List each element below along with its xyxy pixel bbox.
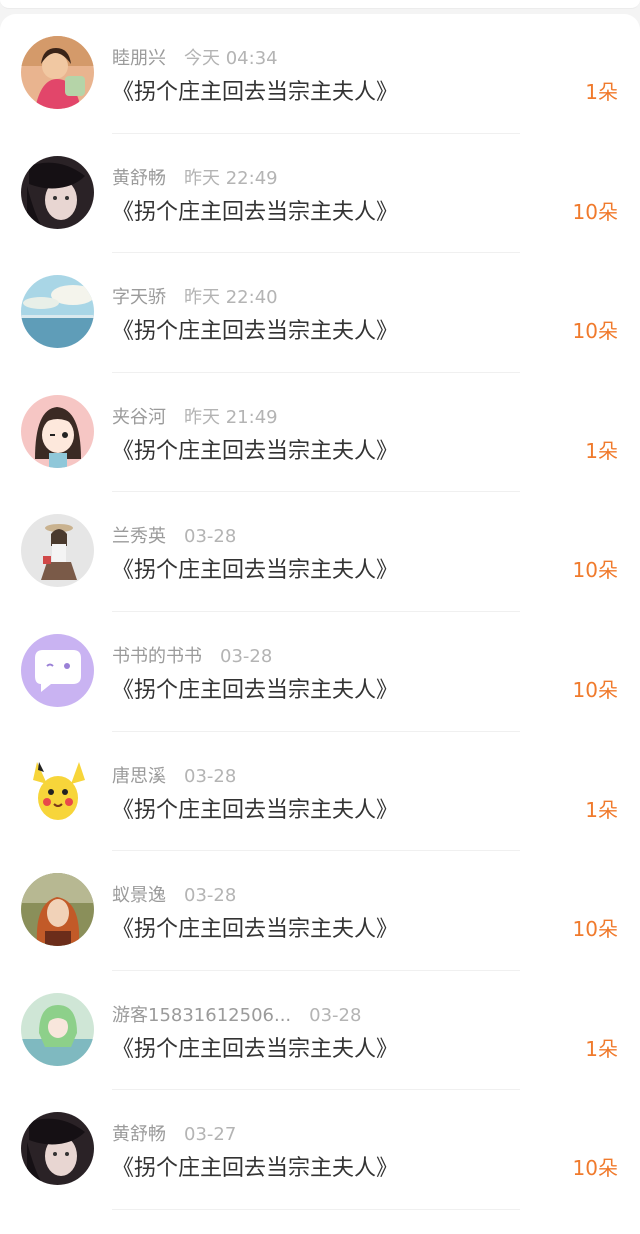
send-time: 03-27: [184, 1124, 237, 1146]
flower-count: 10朵: [572, 319, 618, 344]
sender-name: 蚁景逸: [112, 885, 166, 907]
send-time: 03-28: [184, 526, 237, 548]
send-time: 昨天 21:49: [184, 406, 278, 428]
sender-meta: 黄舒畅 03-27: [112, 1120, 236, 1146]
sender-meta: 黄舒畅 昨天 22:49: [112, 164, 278, 190]
list-item[interactable]: 夹谷河 昨天 21:49 《拐个庄主回去当宗主夫人》 1朵: [0, 373, 640, 493]
send-time: 昨天 22:40: [184, 287, 278, 309]
flower-count: 1朵: [585, 797, 618, 822]
sender-meta: 游客15831612506... 03-28: [112, 1001, 361, 1027]
dark-hair-photo-avatar[interactable]: [21, 155, 94, 229]
book-title[interactable]: 《拐个庄主回去当宗主夫人》: [112, 792, 398, 824]
list-item[interactable]: 唐思溪 03-28 《拐个庄主回去当宗主夫人》 1朵: [0, 732, 640, 852]
sender-name: 字天骄: [112, 287, 166, 309]
send-time: 今天 04:34: [184, 48, 278, 69]
book-title[interactable]: 《拐个庄主回去当宗主夫人》: [112, 911, 398, 943]
gift-record-list: 睦朋兴 今天 04:34 《拐个庄主回去当宗主夫人》 1朵 黄舒畅 昨天 22:49…: [0, 14, 640, 1210]
send-time: 03-28: [184, 765, 237, 787]
flower-count: 1朵: [585, 438, 618, 463]
flower-count: 1朵: [585, 80, 618, 104]
sender-meta: 睦朋兴 今天 04:34: [112, 44, 278, 70]
list-item[interactable]: 字天骄 昨天 22:40 《拐个庄主回去当宗主夫人》 10朵: [0, 253, 640, 373]
flower-count: 10朵: [572, 199, 618, 224]
list-item[interactable]: 黄舒畅 03-27 《拐个庄主回去当宗主夫人》 10朵: [0, 1090, 640, 1210]
book-title[interactable]: 《拐个庄主回去当宗主夫人》: [112, 74, 398, 106]
sender-name: 睦朋兴: [112, 48, 166, 69]
chat-bubble-avatar[interactable]: [21, 633, 94, 707]
send-time: 03-28: [184, 885, 237, 907]
dark-hair-photo-avatar[interactable]: [21, 1112, 94, 1186]
send-time: 03-28: [220, 645, 273, 667]
list-item[interactable]: 黄舒畅 昨天 22:49 《拐个庄主回去当宗主夫人》 10朵: [0, 134, 640, 254]
sender-meta: 夹谷河 昨天 21:49: [112, 403, 278, 429]
sender-name: 唐思溪: [112, 765, 166, 787]
list-item[interactable]: 蚁景逸 03-28 《拐个庄主回去当宗主夫人》 10朵: [0, 851, 640, 971]
pikachu-avatar[interactable]: [21, 753, 94, 827]
sender-meta: 蚁景逸 03-28: [112, 881, 236, 907]
send-time: 03-28: [309, 1004, 362, 1026]
book-title[interactable]: 《拐个庄主回去当宗主夫人》: [112, 194, 398, 226]
cartoon-girl-avatar[interactable]: [21, 394, 94, 468]
gift-list-page: 睦朋兴 今天 04:34 《拐个庄主回去当宗主夫人》 1朵 黄舒畅 昨天 22:49…: [0, 0, 640, 1234]
book-title[interactable]: 《拐个庄主回去当宗主夫人》: [112, 433, 398, 465]
sender-meta: 兰秀英 03-28: [112, 522, 236, 548]
anime-green-avatar[interactable]: [21, 992, 94, 1066]
red-hair-photo-avatar[interactable]: [21, 873, 94, 947]
list-item[interactable]: 兰秀英 03-28 《拐个庄主回去当宗主夫人》 10朵: [0, 492, 640, 612]
book-title[interactable]: 《拐个庄主回去当宗主夫人》: [112, 313, 398, 345]
list-item[interactable]: 书书的书书 03-28 《拐个庄主回去当宗主夫人》 10朵: [0, 612, 640, 732]
sender-name: 黄舒畅: [112, 167, 166, 189]
sender-name: 兰秀英: [112, 526, 166, 548]
sender-name: 游客15831612506...: [112, 1004, 292, 1026]
book-title[interactable]: 《拐个庄主回去当宗主夫人》: [112, 1150, 398, 1182]
book-title[interactable]: 《拐个庄主回去当宗主夫人》: [112, 1031, 398, 1063]
book-title[interactable]: 《拐个庄主回去当宗主夫人》: [112, 672, 398, 704]
sender-name: 夹谷河: [112, 406, 166, 428]
illustration-girl-avatar[interactable]: [21, 514, 94, 588]
sender-meta: 书书的书书 03-28: [112, 642, 272, 668]
list-item[interactable]: 游客15831612506... 03-28 《拐个庄主回去当宗主夫人》 1朵: [0, 971, 640, 1091]
list-item[interactable]: 睦朋兴 今天 04:34 《拐个庄主回去当宗主夫人》 1朵: [0, 14, 640, 134]
sender-name: 书书的书书: [112, 645, 202, 667]
flower-count: 10朵: [572, 677, 618, 702]
girl-photo-avatar[interactable]: [21, 36, 94, 109]
sender-meta: 唐思溪 03-28: [112, 762, 236, 788]
flower-count: 10朵: [572, 1156, 618, 1181]
sender-meta: 字天骄 昨天 22:40: [112, 283, 278, 309]
top-strip: [0, 0, 640, 9]
send-time: 昨天 22:49: [184, 167, 278, 189]
flower-count: 10朵: [572, 917, 618, 942]
flower-count: 1朵: [585, 1036, 618, 1061]
flower-count: 10朵: [572, 558, 618, 583]
sender-name: 黄舒畅: [112, 1124, 166, 1146]
book-title[interactable]: 《拐个庄主回去当宗主夫人》: [112, 552, 398, 584]
seascape-avatar[interactable]: [21, 275, 94, 349]
